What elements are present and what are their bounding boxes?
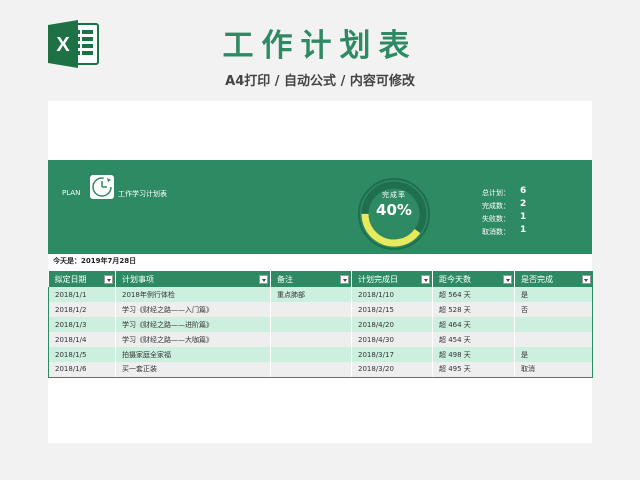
table-cell[interactable]: 2018/1/1 (48, 287, 116, 302)
table-cell[interactable]: 2018/1/4 (48, 332, 116, 347)
table-row: 2018/1/3 学习《财经之路——进阶篇》 2018/4/20 超 464 天 (48, 317, 593, 332)
table-cell[interactable]: 2018/3/20 (351, 362, 433, 378)
plan-table: 拟定日期 计划事项 备注 计划完成日 距今天数 是否完成 2018/1/1 20… (48, 271, 593, 378)
completion-rate-label: 完成率 (382, 191, 406, 199)
filter-dropdown-icon[interactable] (340, 275, 349, 284)
stat-total: 总计划： 6 (482, 186, 582, 200)
spreadsheet-page: PLAN 工作学习计划表 完成率 40% 总计划： 6 完成数： 2 失败数： … (48, 101, 593, 443)
stat-completed: 完成数： 2 (482, 199, 582, 213)
stat-value: 6 (520, 186, 527, 196)
column-header-label: 拟定日期 (54, 274, 87, 284)
table-cell[interactable]: 2018/1/5 (48, 347, 116, 362)
stat-label: 取消数： (482, 228, 510, 236)
table-cell[interactable]: 学习《财经之路——大咖篇》 (115, 332, 271, 347)
table-cell[interactable]: 取消 (514, 362, 593, 378)
table-cell[interactable]: 拍摄家庭全家福 (115, 347, 271, 362)
table-cell[interactable]: 2018/4/20 (351, 317, 433, 332)
table-cell[interactable]: 2018年例行体检 (115, 287, 271, 302)
stats-list: 总计划： 6 完成数： 2 失败数： 1 取消数： 1 (482, 186, 582, 239)
table-cell[interactable]: 重点肺部 (270, 287, 352, 302)
plan-label: PLAN (62, 189, 81, 197)
table-cell[interactable] (270, 347, 352, 362)
table-row: 2018/1/1 2018年例行体检 重点肺部 2018/1/10 超 564 … (48, 287, 593, 302)
column-header-label: 是否完成 (521, 274, 553, 284)
table-cell[interactable]: 2018/4/30 (351, 332, 433, 347)
stat-cancelled: 取消数： 1 (482, 225, 582, 239)
table-cell[interactable]: 2018/3/17 (351, 347, 433, 362)
table-cell[interactable]: 否 (514, 302, 593, 317)
table-cell[interactable]: 超 464 天 (432, 317, 515, 332)
table-header-row: 拟定日期 计划事项 备注 计划完成日 距今天数 是否完成 (48, 271, 593, 287)
table-cell[interactable] (270, 362, 352, 378)
table-cell[interactable]: 买一套正装 (115, 362, 271, 378)
table-cell[interactable]: 学习《财经之路——入门篇》 (115, 302, 271, 317)
column-header-label: 距今天数 (439, 274, 471, 284)
column-header-completed: 是否完成 (514, 271, 593, 287)
stat-label: 失败数： (482, 215, 510, 223)
table-cell[interactable]: 学习《财经之路——进阶篇》 (115, 317, 271, 332)
table-cell[interactable]: 是 (514, 347, 593, 362)
filter-dropdown-icon[interactable] (259, 275, 268, 284)
table-cell[interactable]: 超 564 天 (432, 287, 515, 302)
stat-label: 总计划： (482, 189, 510, 197)
stat-value: 1 (520, 212, 527, 222)
table-cell[interactable]: 超 498 天 (432, 347, 515, 362)
stat-value: 1 (520, 225, 527, 235)
column-header-due-date: 计划完成日 (351, 271, 433, 287)
stat-value: 2 (520, 199, 527, 209)
table-cell[interactable] (514, 332, 593, 347)
stat-failed: 失败数： 1 (482, 212, 582, 226)
page-subtitle: A4打印 / 自动公式 / 内容可修改 (225, 74, 415, 89)
summary-banner: PLAN 工作学习计划表 完成率 40% 总计划： 6 完成数： 2 失败数： … (48, 160, 592, 254)
table-cell[interactable] (270, 302, 352, 317)
table-row: 2018/1/2 学习《财经之路——入门篇》 2018/2/15 超 528 天… (48, 302, 593, 317)
column-header-plan-item: 计划事项 (115, 271, 271, 287)
column-header-label: 计划完成日 (358, 274, 398, 284)
table-cell[interactable]: 2018/1/10 (351, 287, 433, 302)
table-row: 2018/1/4 学习《财经之路——大咖篇》 2018/4/30 超 454 天 (48, 332, 593, 347)
completion-rate-value: 40% (376, 201, 412, 219)
table-row: 2018/1/6 买一套正装 2018/3/20 超 495 天 取消 (48, 362, 593, 378)
today-date: 今天是：2019年7月28日 (53, 257, 137, 265)
column-header-days-from-today: 距今天数 (432, 271, 515, 287)
table-cell[interactable]: 2018/1/6 (48, 362, 116, 378)
filter-dropdown-icon[interactable] (104, 275, 113, 284)
table-row: 2018/1/5 拍摄家庭全家福 2018/3/17 超 498 天 是 (48, 347, 593, 362)
table-cell[interactable]: 2018/2/15 (351, 302, 433, 317)
filter-dropdown-icon[interactable] (503, 275, 512, 284)
column-header-label: 备注 (277, 274, 293, 284)
filter-dropdown-icon[interactable] (581, 275, 591, 284)
column-header-note: 备注 (270, 271, 352, 287)
page-title: 工作计划表 (222, 28, 418, 64)
table-cell[interactable] (270, 332, 352, 347)
table-cell[interactable]: 超 454 天 (432, 332, 515, 347)
table-cell[interactable]: 2018/1/2 (48, 302, 116, 317)
column-header-label: 计划事项 (122, 274, 154, 284)
table-cell[interactable]: 超 495 天 (432, 362, 515, 378)
stat-label: 完成数： (482, 202, 510, 210)
plan-name: 工作学习计划表 (118, 190, 167, 198)
column-header-plan-date: 拟定日期 (48, 271, 116, 287)
filter-dropdown-icon[interactable] (421, 275, 430, 284)
table-cell[interactable]: 超 528 天 (432, 302, 515, 317)
clock-icon (90, 175, 114, 199)
table-cell[interactable]: 是 (514, 287, 593, 302)
table-cell[interactable]: 2018/1/3 (48, 317, 116, 332)
table-cell[interactable] (270, 317, 352, 332)
table-cell[interactable] (514, 317, 593, 332)
